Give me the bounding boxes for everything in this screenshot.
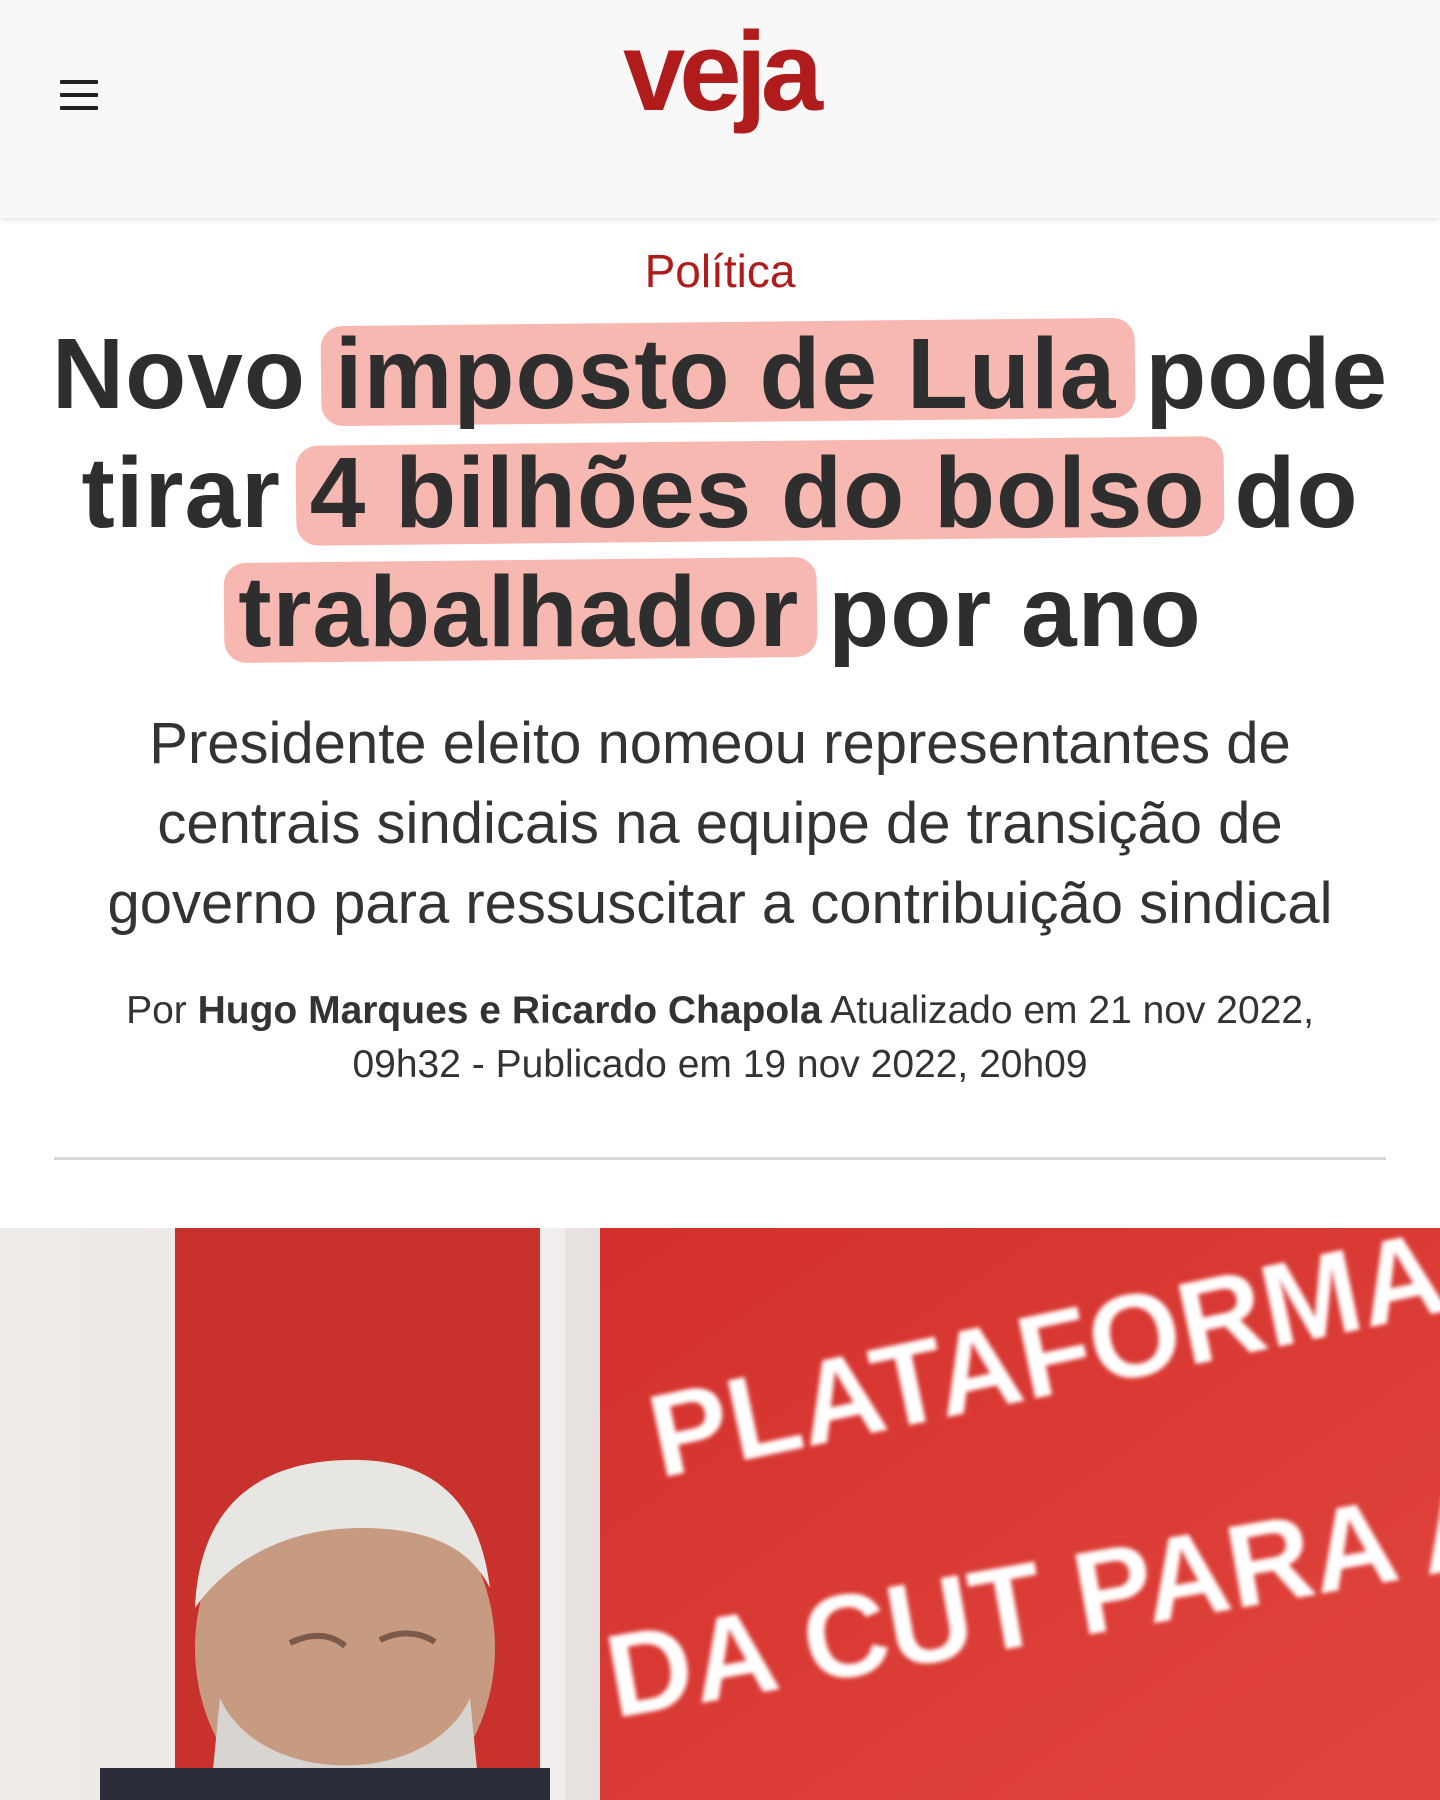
- article-headline: Novo imposto de Lula pode tirar 4 bilhõe…: [40, 315, 1400, 672]
- article-photo: PLATAFORMA DA CUT PARA AS: [0, 1228, 1440, 1800]
- headline-text: do: [1205, 437, 1359, 549]
- article-byline: Por Hugo Marques e Ricardo Chapola Atual…: [70, 984, 1370, 1092]
- veja-logo[interactable]: veja: [570, 18, 870, 168]
- article-subtitle: Presidente eleito nomeou representantes …: [107, 711, 1333, 936]
- byline-prefix: Por: [126, 989, 198, 1032]
- headline-text: Novo: [51, 318, 335, 430]
- byline-authors[interactable]: Hugo Marques e Ricardo Chapola: [198, 989, 822, 1032]
- headline-text: por ano: [799, 556, 1202, 668]
- logo-text: veja: [623, 18, 824, 134]
- headline-highlight: 4 bilhões do bolso: [309, 437, 1206, 549]
- divider: [54, 1157, 1386, 1160]
- hamburger-menu-icon[interactable]: [60, 80, 102, 114]
- site-header: veja: [0, 0, 1440, 218]
- headline-highlight: imposto de Lula: [334, 318, 1117, 430]
- headline-highlight: trabalhador: [238, 556, 800, 668]
- article-category[interactable]: Política: [0, 244, 1440, 298]
